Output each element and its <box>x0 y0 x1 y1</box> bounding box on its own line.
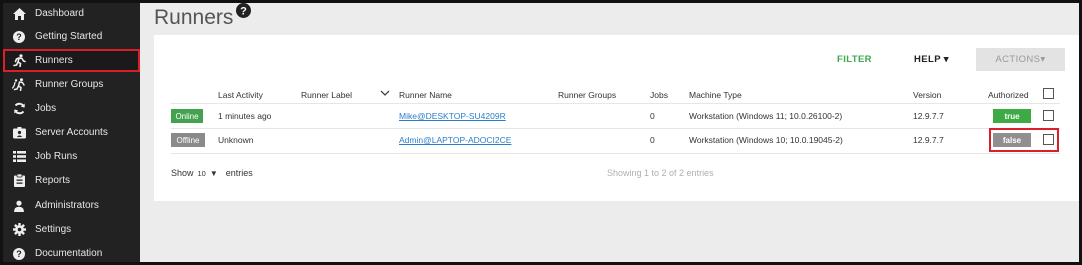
runner-name-link[interactable]: Admin@LAPTOP-ADOCI2CE <box>399 135 511 145</box>
svg-text:?: ? <box>16 249 22 259</box>
running-group-icon <box>12 78 26 92</box>
sidebar-item-label: Settings <box>35 224 72 235</box>
chevron-down-icon[interactable] <box>380 89 390 99</box>
last-activity-cell: 1 minutes ago <box>218 111 272 121</box>
sidebar-item-label: Jobs <box>35 103 57 114</box>
page-size-selector: Show 10 ▼ entries <box>171 168 253 178</box>
column-header-authorized[interactable]: Authorized <box>988 90 1029 100</box>
status-badge: Online <box>171 109 203 123</box>
column-header-machine-type[interactable]: Machine Type <box>689 90 742 100</box>
sidebar-item-label: Runner Groups <box>35 79 104 90</box>
divider <box>171 128 1060 129</box>
svg-text:?: ? <box>16 32 22 42</box>
version-cell: 12.9.7.7 <box>913 135 944 145</box>
show-label: Show <box>171 168 194 178</box>
clipboard-icon <box>12 174 26 188</box>
actions-dropdown-button[interactable]: ACTIONS▾ <box>976 48 1065 71</box>
page-title: Runners <box>154 6 234 29</box>
status-badge: Offline <box>171 133 205 147</box>
select-all-checkbox[interactable] <box>1043 88 1054 99</box>
sidebar-item-settings[interactable]: Settings <box>3 218 140 241</box>
sidebar-item-server-accounts[interactable]: Server Accounts <box>3 121 140 144</box>
sidebar-item-runners[interactable]: Runners <box>3 49 140 72</box>
sidebar-item-runner-groups[interactable]: Runner Groups <box>3 73 140 96</box>
filter-button[interactable]: FILTER <box>837 54 872 65</box>
page-size-select[interactable]: 10 <box>198 169 206 178</box>
sidebar: Dashboard ? Getting Started Runners Runn… <box>3 3 140 262</box>
caret-down-icon[interactable]: ▼ <box>210 169 218 178</box>
authorized-badge[interactable]: true <box>993 109 1031 123</box>
sidebar-item-job-runs[interactable]: Job Runs <box>3 145 140 168</box>
sidebar-item-label: Getting Started <box>35 31 103 42</box>
last-activity-cell: Unknown <box>218 135 254 145</box>
sidebar-item-documentation[interactable]: ? Documentation <box>3 242 140 262</box>
id-card-icon <box>12 126 26 140</box>
user-icon <box>12 199 26 213</box>
sidebar-item-label: Server Accounts <box>35 127 108 138</box>
machine-type-cell: Workstation (Windows 10; 10.0.19045-2) <box>689 135 843 145</box>
column-header-version[interactable]: Version <box>913 90 941 100</box>
column-header-runner-label[interactable]: Runner Label <box>301 90 352 100</box>
sidebar-item-label: Documentation <box>35 248 103 259</box>
column-header-last-activity[interactable]: Last Activity <box>218 90 263 100</box>
question-circle-icon: ? <box>12 30 26 44</box>
machine-type-cell: Workstation (Windows 11; 10.0.26100-2) <box>689 111 843 121</box>
column-header-jobs[interactable]: Jobs <box>650 90 668 100</box>
highlight-box <box>989 128 1059 152</box>
sidebar-item-dashboard[interactable]: Dashboard <box>3 3 140 25</box>
sidebar-item-getting-started[interactable]: ? Getting Started <box>3 25 140 48</box>
version-cell: 12.9.7.7 <box>913 111 944 121</box>
running-person-icon <box>12 54 26 68</box>
jobs-cell: 0 <box>650 135 655 145</box>
runners-card: FILTER HELP ▾ ACTIONS▾ Last Activity Run… <box>154 35 1079 201</box>
gear-icon <box>12 223 26 237</box>
divider <box>171 153 1060 154</box>
pagination-info: Showing 1 to 2 of 2 entries <box>607 168 714 178</box>
sync-icon <box>12 102 26 116</box>
question-circle-icon: ? <box>12 247 26 261</box>
main-content: Runners ? FILTER HELP ▾ ACTIONS▾ Last Ac… <box>140 3 1079 262</box>
sidebar-item-label: Dashboard <box>35 8 84 19</box>
app-window: Dashboard ? Getting Started Runners Runn… <box>0 0 1082 265</box>
entries-label: entries <box>225 168 253 178</box>
sidebar-item-label: Reports <box>35 175 71 186</box>
jobs-cell: 0 <box>650 111 655 121</box>
runner-name-link[interactable]: Mike@DESKTOP-SU4209R <box>399 111 506 121</box>
sidebar-item-jobs[interactable]: Jobs <box>3 97 140 120</box>
sidebar-item-administrators[interactable]: Administrators <box>3 194 140 217</box>
sidebar-item-label: Job Runs <box>35 151 78 162</box>
home-icon <box>12 7 26 21</box>
divider <box>171 103 1060 104</box>
question-circle-icon[interactable]: ? <box>236 3 251 18</box>
sidebar-item-label: Administrators <box>35 200 99 211</box>
row-checkbox[interactable] <box>1043 110 1054 121</box>
sidebar-item-reports[interactable]: Reports <box>3 169 140 192</box>
help-dropdown-button[interactable]: HELP ▾ <box>914 54 949 65</box>
svg-text:?: ? <box>240 6 247 18</box>
column-header-runner-name[interactable]: Runner Name <box>399 90 452 100</box>
sidebar-item-label: Runners <box>35 55 73 66</box>
column-header-runner-groups[interactable]: Runner Groups <box>558 90 616 100</box>
list-icon <box>12 150 26 164</box>
